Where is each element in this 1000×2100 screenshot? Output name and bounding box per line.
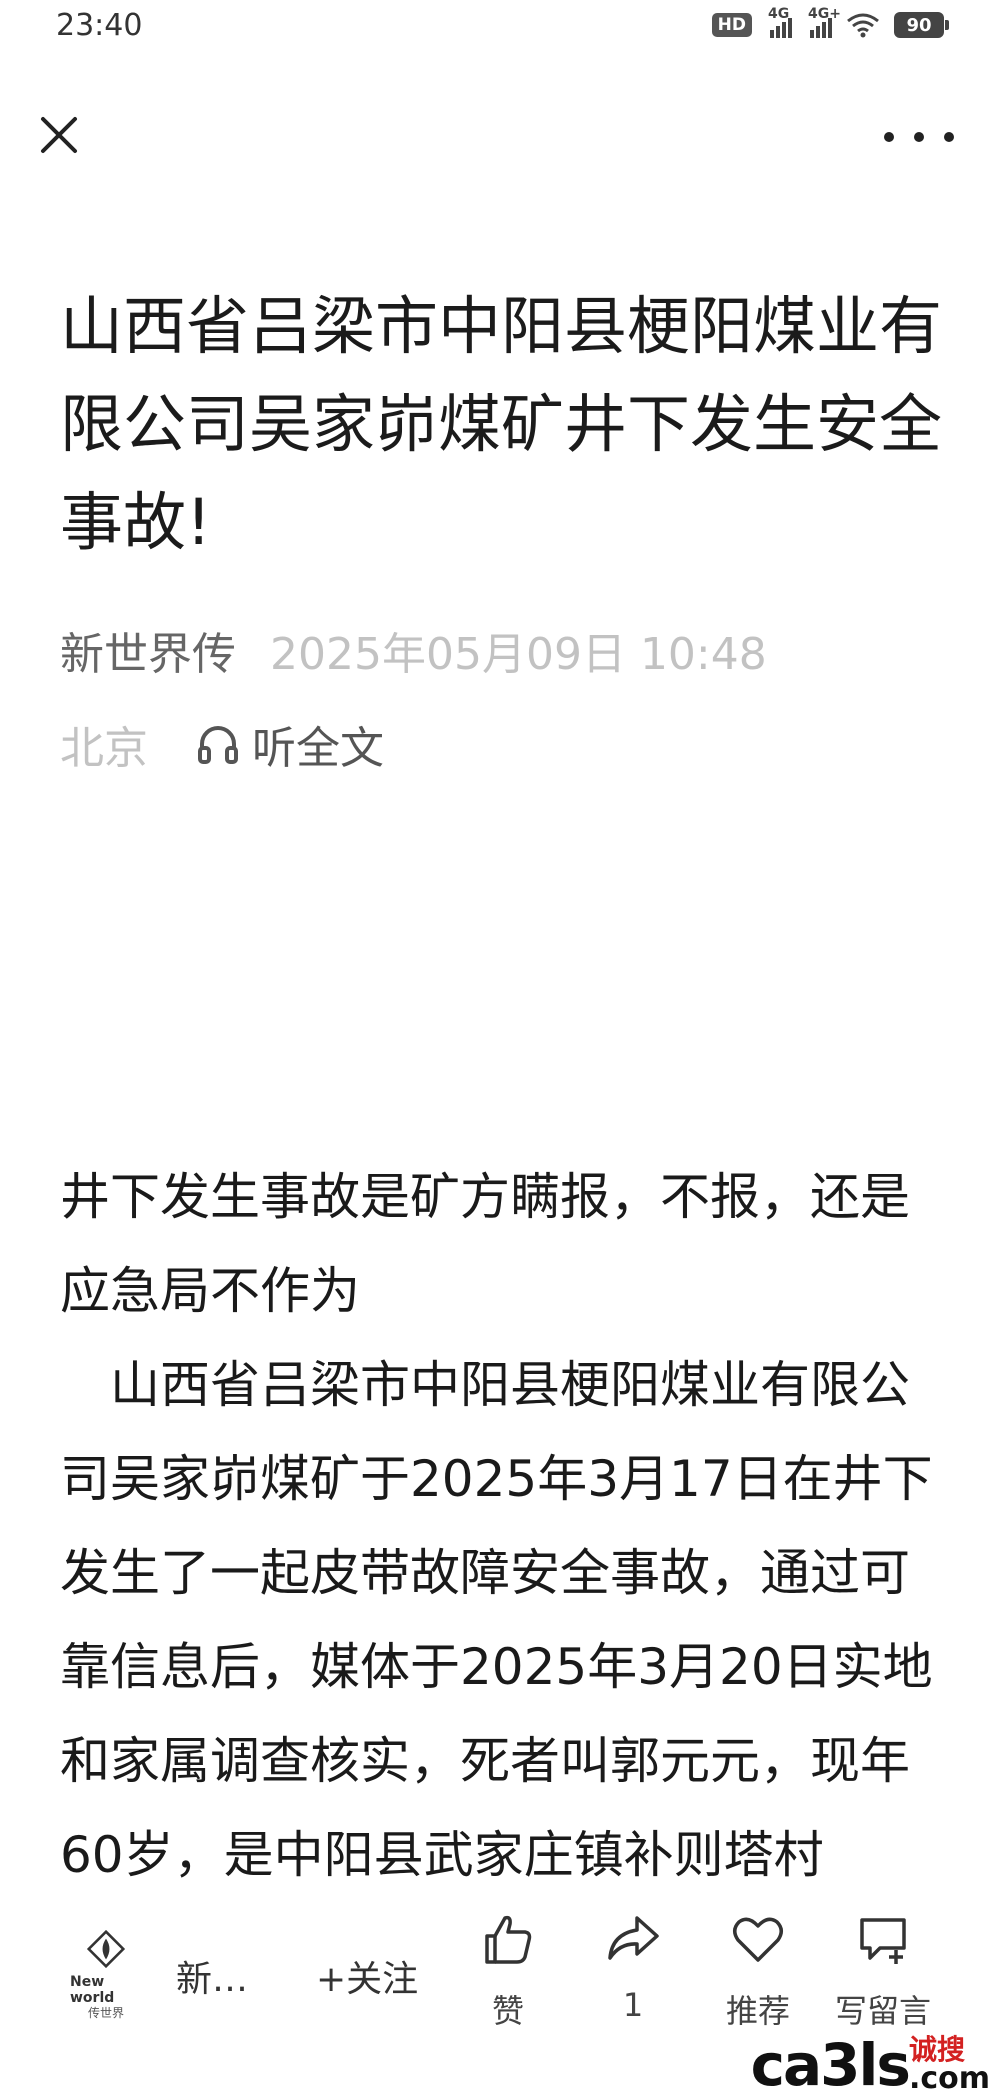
comment-label: 写留言 [834, 1992, 931, 2030]
watermark-red-text: 诚搜 [908, 2033, 965, 2066]
author-name[interactable]: 新世界传 [60, 618, 236, 682]
signal-4g-icon: 4G [766, 6, 792, 38]
hd-icon: HD [711, 13, 752, 37]
listen-label: 听全文 [252, 723, 384, 774]
paragraph: 井下发生事故是矿方瞒报，不报，还是应急局不作为 [60, 1168, 910, 1320]
more-icon [884, 132, 894, 142]
recommend-label: 推荐 [725, 1992, 790, 2030]
status-bar: 23:40 HD 4G 4G+ 90 [0, 0, 1000, 56]
headphones-icon [198, 726, 238, 764]
publish-date: 2025年05月09日 10:48 [270, 629, 767, 680]
site-watermark: ca3ls 诚搜 .com [750, 2031, 990, 2099]
paragraph: 山西省吕梁市中阳县梗阳煤业有限公司吴家峁煤矿于2025年3月17日在井下发生了一… [60, 1356, 933, 1884]
thumbs-up-icon [485, 1915, 532, 1964]
watermark-text: ca3ls [750, 2031, 911, 2099]
listen-button[interactable]: 听全文 [194, 712, 384, 776]
share-icon [608, 1916, 659, 1960]
more-options-button[interactable] [884, 112, 954, 162]
signal-4g-plus-icon: 4G+ [806, 6, 841, 38]
logo-text: New world [70, 1974, 115, 2006]
article-body: 井下发生事故是矿方瞒报，不报，还是应急局不作为 山西省吕梁市中阳县梗阳煤业有限公… [60, 1150, 940, 1890]
logo-subtext: 传世界 [87, 2006, 124, 2020]
watermark-suffix: .com [908, 2061, 990, 2096]
new-world-logo-icon [86, 1930, 126, 1968]
article-meta: 新世界传 2025年05月09日 10:48 [60, 618, 767, 682]
comment-icon [860, 1918, 906, 1964]
article-meta-2: 北京 听全文 [60, 712, 384, 776]
status-icons: HD 4G 4G+ 90 [711, 6, 949, 38]
article-title: 山西省吕梁市中阳县梗阳煤业有限公司吴家峁煤矿井下发生安全事故! [60, 290, 942, 559]
wifi-icon [847, 13, 879, 38]
close-icon [41, 117, 77, 153]
follow-button[interactable]: +关注 [316, 1950, 418, 2002]
share-button[interactable]: 1 [573, 1910, 693, 2024]
battery-icon: 90 [894, 12, 949, 38]
share-count: 1 [622, 1986, 644, 2024]
heart-icon [733, 1917, 783, 1962]
location: 北京 [60, 723, 148, 774]
close-button[interactable] [34, 110, 84, 160]
recommend-button[interactable]: 推荐 [698, 1910, 818, 2032]
like-label: 赞 [491, 1992, 524, 2030]
account-avatar[interactable]: New world 传世界 [70, 1930, 142, 2020]
like-button[interactable]: 赞 [448, 1910, 568, 2032]
bottom-action-bar: New world 传世界 新… +关注 赞 1 推荐 写留言 ca3ls 诚搜… [0, 1890, 1000, 2100]
status-time: 23:40 [56, 8, 143, 43]
account-name[interactable]: 新… [176, 1950, 248, 2002]
write-comment-button[interactable]: 写留言 [823, 1910, 943, 2032]
